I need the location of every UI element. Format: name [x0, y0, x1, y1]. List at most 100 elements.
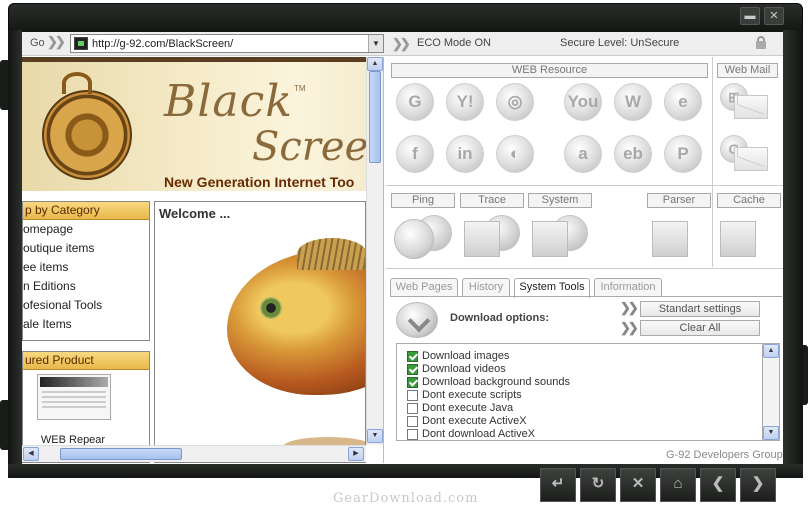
ping-button[interactable]: [394, 215, 454, 259]
option-label: Download images: [422, 350, 510, 362]
featured-heading: ured Product: [23, 352, 149, 370]
scroll-right-button[interactable]: ▶: [348, 447, 364, 461]
option-label: Dont execute Java: [422, 402, 514, 414]
cache-button[interactable]: [718, 215, 778, 259]
divider: [712, 57, 713, 185]
vertical-scrollbar[interactable]: ▲ ▼: [366, 57, 383, 445]
site-tagline: New Generation Internet Too: [164, 174, 355, 190]
featured-product-image[interactable]: [37, 374, 111, 420]
ebay-icon[interactable]: eb: [614, 135, 652, 173]
close-button[interactable]: ✕: [764, 7, 784, 25]
browser-viewport[interactable]: Black TM Screen New Generation Internet …: [22, 57, 384, 463]
ping-label: Ping: [391, 193, 455, 208]
category-panel: p by Category omepage outique items ee i…: [22, 201, 150, 341]
tab-system-tools[interactable]: System Tools: [514, 278, 590, 298]
camera-icon[interactable]: ◎: [496, 83, 534, 121]
watermark-logo: GearDownload.com: [333, 491, 479, 506]
home-button[interactable]: ⌂: [660, 468, 696, 502]
option-checkbox[interactable]: [407, 416, 418, 427]
go-arrow-icon[interactable]: ❯❯: [47, 34, 66, 50]
download-options-list: Download images Download videos Download b…: [396, 343, 764, 441]
go-label[interactable]: Go: [30, 37, 45, 49]
divider: [386, 268, 783, 269]
horizontal-scrollbar[interactable]: ◀ ▶: [22, 445, 366, 462]
explorer-icon[interactable]: e: [664, 83, 702, 121]
wordpress-icon[interactable]: W: [614, 83, 652, 121]
scroll-down-button[interactable]: ▼: [763, 426, 779, 440]
option-label: Download videos: [422, 363, 506, 375]
option-checkbox[interactable]: [407, 390, 418, 401]
trace-button[interactable]: [462, 215, 522, 259]
eco-arrow-icon[interactable]: ❯❯: [392, 36, 411, 52]
logo-text-screen: Screen: [252, 124, 384, 170]
gmail-button[interactable]: G: [720, 135, 768, 173]
divider: [712, 185, 713, 267]
system-button[interactable]: [530, 215, 590, 259]
url-field[interactable]: http://g-92.com/BlackScreen/ ▼: [70, 34, 384, 53]
lock-icon: [756, 36, 766, 49]
option-checkbox[interactable]: [407, 429, 418, 440]
eco-mode-status: ECO Mode ON: [417, 37, 491, 49]
frame-right: [783, 30, 803, 470]
scroll-up-button[interactable]: ▲: [763, 344, 779, 358]
standart-settings-button[interactable]: Standart settings: [640, 301, 760, 317]
option-checkbox[interactable]: [407, 351, 418, 362]
title-bar[interactable]: [8, 3, 803, 33]
back-button[interactable]: ❮: [700, 468, 736, 502]
tools-panel: WEB Resource Web Mail G Y! ◎ You We f in ◐ a eb P …: [386, 57, 783, 464]
system-tools-content: Download options: ❯❯ Standart settings ❯…: [390, 296, 782, 442]
option-checkbox[interactable]: [407, 364, 418, 375]
scroll-down-button[interactable]: ▼: [367, 429, 383, 443]
amazon-icon[interactable]: a: [564, 135, 602, 173]
parser-button[interactable]: [650, 215, 710, 259]
category-link[interactable]: omepage: [23, 220, 149, 239]
linkedin-icon[interactable]: in: [446, 135, 484, 173]
forward-button[interactable]: ❯: [740, 468, 776, 502]
clear-all-button[interactable]: Clear All: [640, 320, 760, 336]
option-checkbox[interactable]: [407, 403, 418, 414]
scroll-thumb[interactable]: [369, 71, 381, 163]
paypal-icon[interactable]: P: [664, 135, 702, 173]
scroll-left-button[interactable]: ◀: [23, 447, 39, 461]
category-link[interactable]: ale Items: [23, 315, 149, 334]
windows-mail-button[interactable]: ⊞: [720, 83, 768, 121]
yahoo-icon[interactable]: Y!: [446, 83, 484, 121]
fish-eye: [260, 297, 282, 319]
fish-illustration: [227, 250, 365, 395]
option-label: Dont download ActiveX: [422, 428, 536, 440]
arrow-icon: ❯❯: [620, 300, 639, 315]
system-label: System: [528, 193, 592, 208]
tab-information[interactable]: Information: [594, 278, 662, 297]
scroll-thumb[interactable]: [60, 448, 182, 460]
divider: [386, 185, 783, 186]
tab-history[interactable]: History: [462, 278, 510, 297]
welcome-heading: Welcome ...: [159, 206, 231, 221]
option-checkbox[interactable]: [407, 377, 418, 388]
option-label: Download background sounds: [422, 376, 570, 388]
astrolabe-logo-icon: [42, 90, 132, 180]
options-scrollbar[interactable]: ▲ ▼: [762, 343, 780, 441]
minimize-button[interactable]: ▬: [740, 7, 760, 25]
category-link[interactable]: n Editions: [23, 277, 149, 296]
tab-web-pages[interactable]: Web Pages: [390, 278, 458, 297]
reload-button[interactable]: ↻: [580, 468, 616, 502]
app-window: ▬ ✕ Go ❯❯ http://g-92.com/BlackScreen/ ▼…: [0, 0, 810, 508]
option-label: Dont execute ActiveX: [422, 415, 527, 427]
category-link[interactable]: ee items: [23, 258, 149, 277]
astrolabe-ring: [62, 72, 92, 94]
url-text[interactable]: http://g-92.com/BlackScreen/: [92, 38, 233, 50]
enter-button[interactable]: ↵: [540, 468, 576, 502]
category-link[interactable]: outique items: [23, 239, 149, 258]
picasa-icon[interactable]: ◐: [496, 135, 534, 173]
trace-label: Trace: [460, 193, 524, 208]
google-icon[interactable]: G: [396, 83, 434, 121]
youtube-icon[interactable]: You: [564, 83, 602, 121]
facebook-icon[interactable]: f: [396, 135, 434, 173]
stop-button[interactable]: ✕: [620, 468, 656, 502]
fish-fin: [297, 238, 365, 270]
site-header-banner: Black TM Screen New Generation Internet …: [22, 57, 383, 191]
url-dropdown-button[interactable]: ▼: [368, 35, 383, 52]
welcome-panel: Welcome ...: [154, 201, 366, 463]
scroll-up-button[interactable]: ▲: [367, 57, 383, 71]
category-link[interactable]: ofesional Tools: [23, 296, 149, 315]
